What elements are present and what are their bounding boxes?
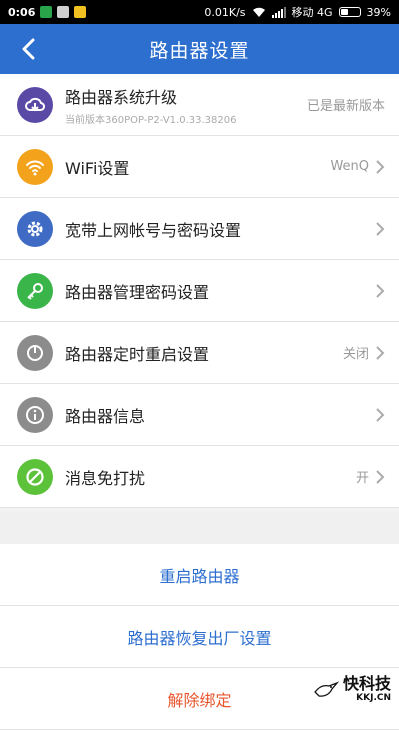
setting-wifi[interactable]: WiFi设置 WenQ — [0, 136, 399, 198]
chevron-right-icon — [376, 283, 385, 298]
app-notification-icon — [40, 6, 53, 18]
cloud-download-icon — [17, 86, 53, 123]
key-icon — [17, 272, 53, 309]
setting-label: 路由器管理密码设置 — [65, 282, 210, 302]
firmware-version: 当前版本360POP-P2-V1.0.33.38206 — [65, 114, 237, 126]
setting-label: 宽带上网帐号与密码设置 — [65, 220, 242, 240]
factory-reset-button[interactable]: 路由器恢复出厂设置 — [0, 606, 399, 668]
info-icon — [17, 396, 53, 433]
bird-logo-icon — [314, 681, 339, 697]
network-speed: 0.01K/s — [204, 5, 246, 19]
qq-notification-icon — [74, 6, 87, 18]
status-time: 0:06 — [8, 5, 36, 19]
setting-value: WenQ — [330, 159, 369, 174]
chevron-right-icon — [376, 407, 385, 422]
setting-label: 路由器系统升级 — [65, 87, 178, 107]
chevron-right-icon — [376, 159, 385, 174]
do-not-disturb-icon — [17, 458, 53, 495]
battery-icon — [338, 7, 361, 17]
section-divider — [0, 512, 399, 544]
setting-label: 路由器定时重启设置 — [65, 344, 210, 364]
chevron-right-icon — [376, 345, 385, 360]
setting-label: 消息免打扰 — [65, 468, 146, 488]
chevron-right-icon — [376, 221, 385, 236]
status-bar: 0:06 0.01K/s 移动 4G 39% — [0, 0, 399, 24]
setting-firmware-upgrade[interactable]: 路由器系统升级 当前版本360POP-P2-V1.0.33.38206 已是最新… — [0, 74, 399, 136]
setting-do-not-disturb[interactable]: 消息免打扰 开 — [0, 446, 399, 508]
chevron-right-icon — [376, 469, 385, 484]
wifi-icon — [17, 148, 53, 185]
watermark-domain: KKJ.CN — [356, 693, 391, 703]
cell-signal-icon — [271, 6, 286, 18]
header-bar: 路由器设置 — [0, 24, 399, 74]
setting-label: 路由器信息 — [65, 406, 146, 426]
gear-icon — [17, 210, 53, 247]
setting-router-info[interactable]: 路由器信息 — [0, 384, 399, 446]
setting-value: 关闭 — [342, 347, 369, 362]
setting-value: 已是最新版本 — [306, 99, 385, 114]
setting-broadband-account[interactable]: 宽带上网帐号与密码设置 — [0, 198, 399, 260]
back-button[interactable] — [8, 24, 48, 74]
setting-admin-password[interactable]: 路由器管理密码设置 — [0, 260, 399, 322]
page-title: 路由器设置 — [149, 39, 250, 62]
setting-value: 开 — [355, 471, 369, 486]
watermark-name: 快科技 — [342, 674, 391, 693]
carrier-label: 移动 4G — [291, 6, 333, 19]
timer-icon — [17, 334, 53, 371]
image-notification-icon — [57, 6, 70, 18]
back-arrow-icon — [22, 38, 35, 60]
restart-router-button[interactable]: 重启路由器 — [0, 544, 399, 606]
battery-percent: 39% — [366, 5, 391, 19]
setting-label: WiFi设置 — [65, 158, 130, 178]
watermark: 快科技 KKJ.CN — [313, 676, 391, 703]
settings-list: 路由器系统升级 当前版本360POP-P2-V1.0.33.38206 已是最新… — [0, 74, 399, 508]
wifi-signal-icon — [252, 7, 265, 17]
setting-scheduled-reboot[interactable]: 路由器定时重启设置 关闭 — [0, 322, 399, 384]
